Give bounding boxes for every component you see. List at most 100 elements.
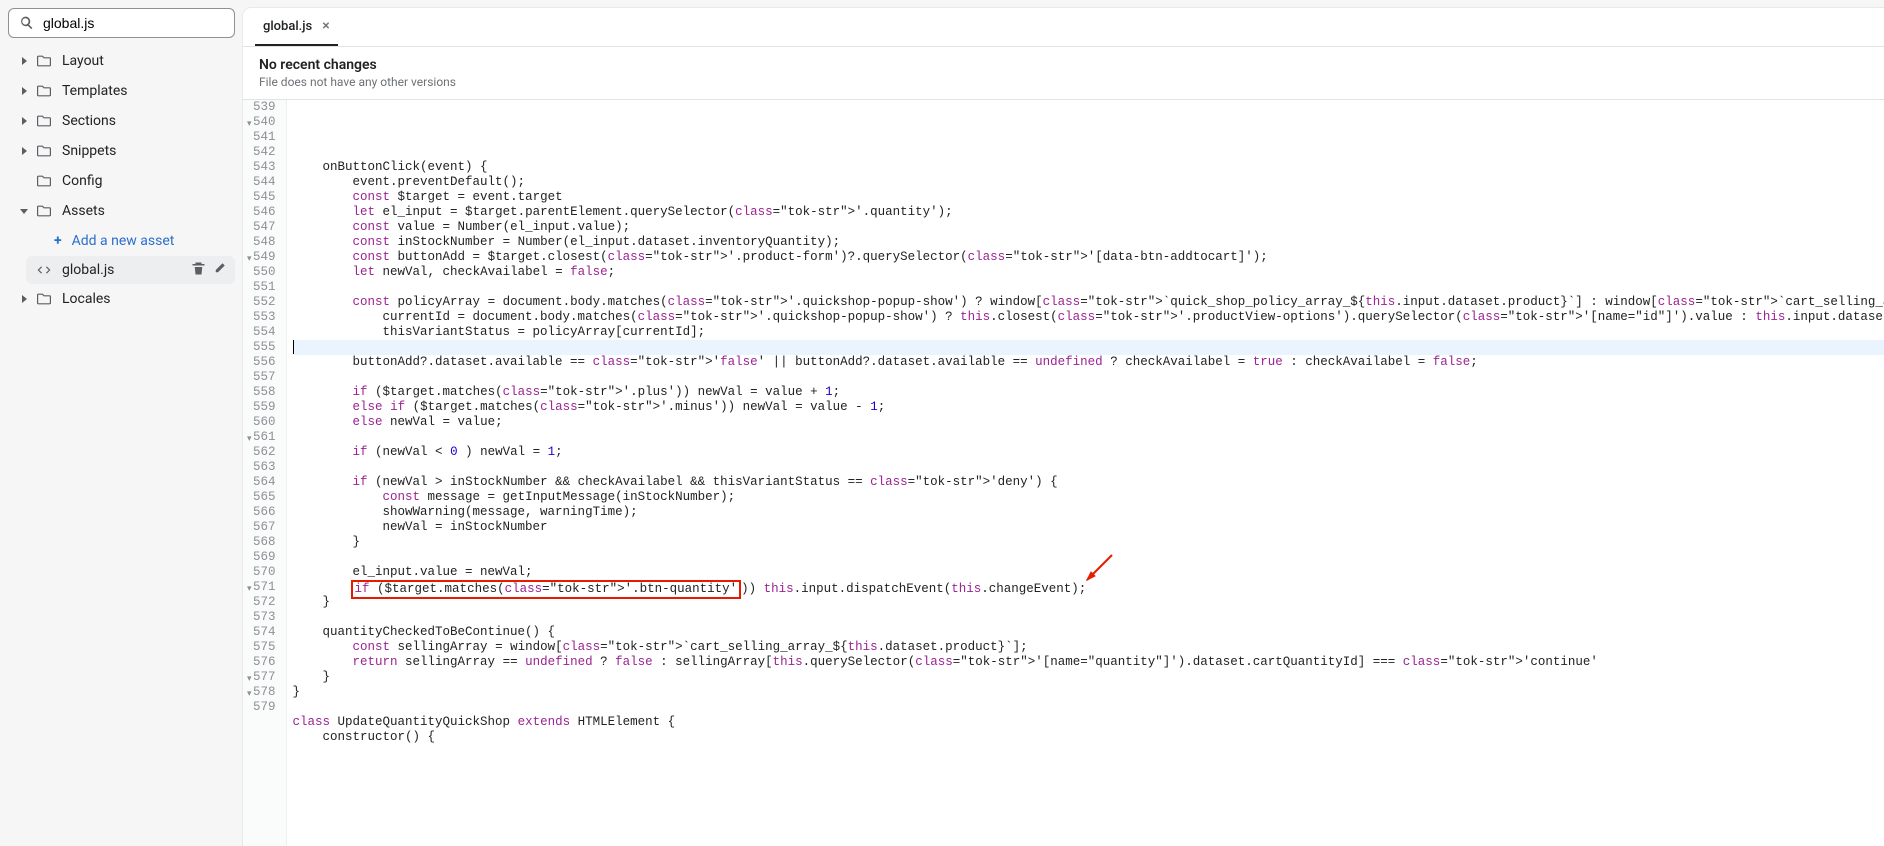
line-number: ▾540 — [249, 115, 280, 130]
code-line[interactable]: return sellingArray == undefined ? false… — [293, 655, 1884, 670]
code-line[interactable]: onButtonClick(event) { — [293, 160, 1884, 175]
line-number: 573 — [249, 610, 280, 625]
line-number: 541 — [249, 130, 280, 145]
file-global-js[interactable]: global.js — [26, 256, 235, 284]
code-line[interactable] — [293, 460, 1884, 475]
folder-sections[interactable]: Sections — [8, 106, 235, 136]
code-line[interactable] — [293, 610, 1884, 625]
code-line[interactable]: if (newVal > inStockNumber && checkAvail… — [293, 475, 1884, 490]
code-line[interactable]: } — [293, 535, 1884, 550]
line-number: 576 — [249, 655, 280, 670]
folder-assets[interactable]: Assets — [8, 196, 235, 226]
add-asset-link[interactable]: +Add a new asset — [26, 226, 235, 256]
line-number: 575 — [249, 640, 280, 655]
line-number: 553 — [249, 310, 280, 325]
folder-templates[interactable]: Templates — [8, 76, 235, 106]
code-line[interactable]: showWarning(message, warningTime); — [293, 505, 1884, 520]
folder-snippets[interactable]: Snippets — [8, 136, 235, 166]
code-line[interactable]: event.preventDefault(); — [293, 175, 1884, 190]
line-number: 572 — [249, 595, 280, 610]
code-line[interactable] — [293, 145, 1884, 160]
line-number: 579 — [249, 700, 280, 715]
line-number: ▾571 — [249, 580, 280, 595]
code-line[interactable]: } — [293, 595, 1884, 610]
code-line[interactable] — [293, 700, 1884, 715]
code-line[interactable]: else newVal = value; — [293, 415, 1884, 430]
code-line[interactable]: currentId = document.body.matches(class=… — [293, 310, 1884, 325]
line-number: 545 — [249, 190, 280, 205]
line-number: ▾578 — [249, 685, 280, 700]
code-line[interactable]: quantityCheckedToBeContinue() { — [293, 625, 1884, 640]
header-title: No recent changes — [259, 57, 1884, 73]
code-line[interactable]: else if ($target.matches(class="tok-str"… — [293, 400, 1884, 415]
code-line[interactable]: const policyArray = document.body.matche… — [293, 295, 1884, 310]
line-number: 563 — [249, 460, 280, 475]
header-bar: No recent changes File does not have any… — [243, 47, 1884, 100]
code-area[interactable]: onButtonClick(event) { event.preventDefa… — [287, 100, 1884, 846]
line-number: 560 — [249, 415, 280, 430]
code-line[interactable] — [293, 340, 1884, 355]
search-box[interactable] — [8, 8, 235, 38]
folder-label: Templates — [62, 83, 128, 99]
line-number: 567 — [249, 520, 280, 535]
line-number: 557 — [249, 370, 280, 385]
code-line[interactable] — [293, 550, 1884, 565]
code-line[interactable]: let newVal, checkAvailabel = false; — [293, 265, 1884, 280]
line-number: ▾561 — [249, 430, 280, 445]
line-number: 550 — [249, 265, 280, 280]
line-number: 546 — [249, 205, 280, 220]
line-number: 570 — [249, 565, 280, 580]
line-number: 548 — [249, 235, 280, 250]
code-line[interactable]: if ($target.matches(class="tok-str">'.pl… — [293, 385, 1884, 400]
folder-config[interactable]: Config — [8, 166, 235, 196]
line-number: 554 — [249, 325, 280, 340]
code-line[interactable]: } — [293, 670, 1884, 685]
delete-icon[interactable] — [191, 261, 206, 280]
code-line[interactable]: let el_input = $target.parentElement.que… — [293, 205, 1884, 220]
line-number: ▾577 — [249, 670, 280, 685]
tab-label: global.js — [263, 19, 312, 34]
folder-locales[interactable]: Locales — [8, 284, 235, 314]
rename-icon[interactable] — [212, 261, 227, 280]
code-line[interactable]: const sellingArray = window[class="tok-s… — [293, 640, 1884, 655]
folder-label: Config — [62, 173, 102, 189]
tabs: global.js × — [243, 8, 1884, 47]
line-number: 542 — [249, 145, 280, 160]
code-line[interactable]: const inStockNumber = Number(el_input.da… — [293, 235, 1884, 250]
code-line[interactable]: const value = Number(el_input.value); — [293, 220, 1884, 235]
code-line[interactable] — [293, 745, 1884, 760]
line-number: 555 — [249, 340, 280, 355]
code-line[interactable]: const $target = event.target — [293, 190, 1884, 205]
line-number: 566 — [249, 505, 280, 520]
line-number: 547 — [249, 220, 280, 235]
code-line[interactable]: if (newVal < 0 ) newVal = 1; — [293, 445, 1884, 460]
code-line[interactable]: class UpdateQuantityQuickShop extends HT… — [293, 715, 1884, 730]
line-number: 559 — [249, 400, 280, 415]
folder-label: Sections — [62, 113, 116, 129]
code-line[interactable]: newVal = inStockNumber — [293, 520, 1884, 535]
sidebar: Layout Templates Sections Snippets Config Ass… — [0, 0, 243, 846]
close-icon[interactable]: × — [322, 18, 329, 34]
code-editor[interactable]: 539▾540541542543544545546547548▾54955055… — [243, 100, 1884, 846]
code-line[interactable] — [293, 280, 1884, 295]
code-line[interactable] — [293, 430, 1884, 445]
folder-layout[interactable]: Layout — [8, 46, 235, 76]
code-line[interactable]: const message = getInputMessage(inStockN… — [293, 490, 1884, 505]
tab-global-js[interactable]: global.js × — [255, 8, 338, 46]
code-line[interactable]: thisVariantStatus = policyArray[currentI… — [293, 325, 1884, 340]
code-line[interactable]: if ($target.matches(class="tok-str">'.bt… — [293, 580, 1884, 595]
code-line[interactable]: buttonAdd?.dataset.available == class="t… — [293, 355, 1884, 370]
code-line[interactable]: constructor() { — [293, 730, 1884, 745]
code-line[interactable]: const buttonAdd = $target.closest(class=… — [293, 250, 1884, 265]
line-number: 556 — [249, 355, 280, 370]
file-label: global.js — [62, 262, 114, 278]
search-icon — [19, 15, 35, 31]
line-number: 544 — [249, 175, 280, 190]
code-line[interactable]: el_input.value = newVal; — [293, 565, 1884, 580]
code-line[interactable]: } — [293, 685, 1884, 700]
folder-label: Snippets — [62, 143, 116, 159]
line-number: 565 — [249, 490, 280, 505]
code-line[interactable] — [293, 370, 1884, 385]
search-input[interactable] — [43, 15, 224, 31]
line-number: 558 — [249, 385, 280, 400]
